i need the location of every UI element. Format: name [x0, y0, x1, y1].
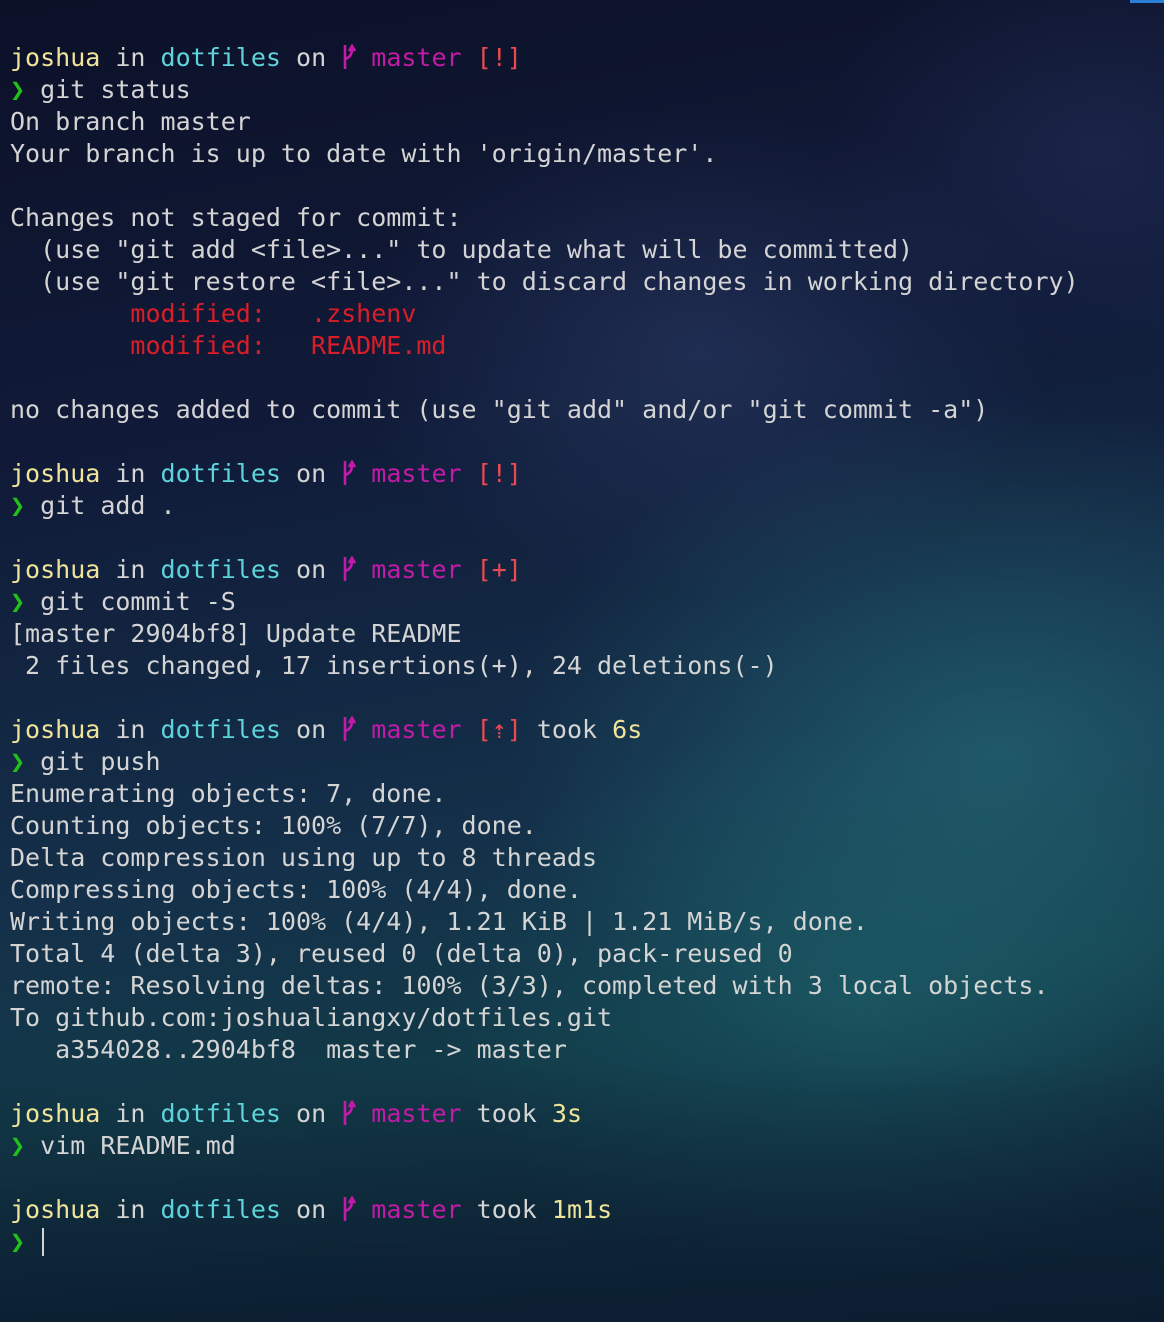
prompt-directory: dotfiles	[160, 43, 281, 72]
prompt-user: joshua	[10, 1099, 101, 1128]
prompt-line: joshua in dotfiles on master [⇡] took 6s	[10, 714, 1164, 746]
command-text: git commit -S	[40, 587, 236, 616]
prompt-on: on	[296, 43, 327, 72]
prompt-directory: dotfiles	[160, 1099, 281, 1128]
git-status-indicator: [⇡]	[476, 715, 522, 744]
prompt-on: on	[296, 459, 327, 488]
git-branch-icon	[343, 43, 357, 69]
prompt-directory: dotfiles	[160, 555, 281, 584]
terminal-output[interactable]: joshua in dotfiles on master [!] ❯ git st…	[10, 42, 1164, 1258]
command-duration: 3s	[551, 1099, 583, 1128]
prompt-chevron-icon: ❯	[10, 1227, 26, 1256]
output-line: 2 files changed, 17 insertions(+), 24 de…	[10, 651, 778, 680]
prompt-branch: master	[371, 555, 462, 584]
prompt-line: joshua in dotfiles on master took 1m1s	[10, 1194, 1164, 1226]
output-line: Compressing objects: 100% (4/4), done.	[10, 875, 582, 904]
prompt-line: joshua in dotfiles on master took 3s	[10, 1098, 1164, 1130]
command-line[interactable]: ❯ git status	[10, 74, 1164, 106]
command-duration: 6s	[612, 715, 643, 744]
output-line: Changes not staged for commit:	[10, 203, 462, 232]
output-line: On branch master	[10, 107, 251, 136]
modified-file-line: modified: README.md	[10, 331, 447, 360]
prompt-branch: master	[371, 1195, 462, 1224]
prompt-branch: master	[371, 459, 462, 488]
modified-file-line: modified: .zshenv	[10, 299, 417, 328]
git-status-indicator: [!]	[476, 459, 522, 488]
output-line: Total 4 (delta 3), reused 0 (delta 0), p…	[10, 939, 793, 968]
prompt-on: on	[296, 715, 327, 744]
prompt-user: joshua	[10, 555, 101, 584]
prompt-branch: master	[371, 715, 462, 744]
prompt-in: in	[115, 715, 146, 744]
prompt-directory: dotfiles	[160, 459, 281, 488]
prompt-in: in	[115, 555, 146, 584]
prompt-user: joshua	[10, 1195, 101, 1224]
command-line[interactable]: ❯ vim README.md	[10, 1130, 1164, 1162]
prompt-directory: dotfiles	[160, 715, 281, 744]
command-line[interactable]: ❯	[10, 1226, 1164, 1258]
git-status-indicator: [!]	[476, 43, 522, 72]
prompt-took: took	[536, 715, 598, 744]
git-branch-icon	[343, 715, 357, 741]
output-line: Enumerating objects: 7, done.	[10, 779, 447, 808]
git-status-indicator: [+]	[476, 555, 522, 584]
window-focus-indicator	[1130, 0, 1164, 3]
prompt-branch: master	[371, 43, 462, 72]
prompt-chevron-icon: ❯	[10, 587, 26, 616]
output-line: Writing objects: 100% (4/4), 1.21 KiB | …	[10, 907, 868, 936]
git-branch-icon	[343, 555, 357, 581]
prompt-chevron-icon: ❯	[10, 1131, 26, 1160]
prompt-directory: dotfiles	[160, 1195, 281, 1224]
prompt-took: took	[476, 1195, 537, 1224]
output-line: Counting objects: 100% (7/7), done.	[10, 811, 537, 840]
prompt-in: in	[115, 1195, 146, 1224]
prompt-on: on	[296, 1099, 327, 1128]
text-cursor	[42, 1228, 45, 1256]
output-line: (use "git add <file>..." to update what …	[10, 235, 914, 264]
command-text: git add .	[40, 491, 176, 520]
prompt-chevron-icon: ❯	[10, 491, 26, 520]
prompt-chevron-icon: ❯	[10, 747, 26, 776]
command-duration: 1m1s	[551, 1195, 613, 1224]
output-line: no changes added to commit (use "git add…	[10, 395, 989, 424]
git-branch-icon	[343, 1195, 357, 1221]
prompt-user: joshua	[10, 459, 101, 488]
command-line[interactable]: ❯ git push	[10, 746, 1164, 778]
command-text: git status	[40, 75, 191, 104]
output-line: remote: Resolving deltas: 100% (3/3), co…	[10, 971, 1049, 1000]
command-line[interactable]: ❯ git add .	[10, 490, 1164, 522]
prompt-chevron-icon: ❯	[10, 75, 26, 104]
prompt-took: took	[476, 1099, 537, 1128]
output-line: To github.com:joshualiangxy/dotfiles.git	[10, 1003, 613, 1032]
command-text: git push	[40, 747, 161, 776]
prompt-on: on	[296, 1195, 327, 1224]
prompt-line: joshua in dotfiles on master [!]	[10, 42, 1164, 74]
command-line[interactable]: ❯ git commit -S	[10, 586, 1164, 618]
output-line: (use "git restore <file>..." to discard …	[10, 267, 1079, 296]
output-line: Delta compression using up to 8 threads	[10, 843, 597, 872]
prompt-in: in	[115, 43, 146, 72]
prompt-in: in	[115, 459, 146, 488]
output-line: a354028..2904bf8 master -> master	[10, 1035, 567, 1064]
git-branch-icon	[343, 1099, 357, 1125]
prompt-in: in	[115, 1099, 146, 1128]
git-branch-icon	[343, 459, 357, 485]
output-line: [master 2904bf8] Update README	[10, 619, 462, 648]
prompt-line: joshua in dotfiles on master [+]	[10, 554, 1164, 586]
prompt-user: joshua	[10, 43, 101, 72]
output-line: Your branch is up to date with 'origin/m…	[10, 139, 718, 168]
prompt-line: joshua in dotfiles on master [!]	[10, 458, 1164, 490]
prompt-branch: master	[371, 1099, 462, 1128]
prompt-on: on	[296, 555, 327, 584]
prompt-user: joshua	[10, 715, 101, 744]
command-text: vim README.md	[40, 1131, 236, 1160]
